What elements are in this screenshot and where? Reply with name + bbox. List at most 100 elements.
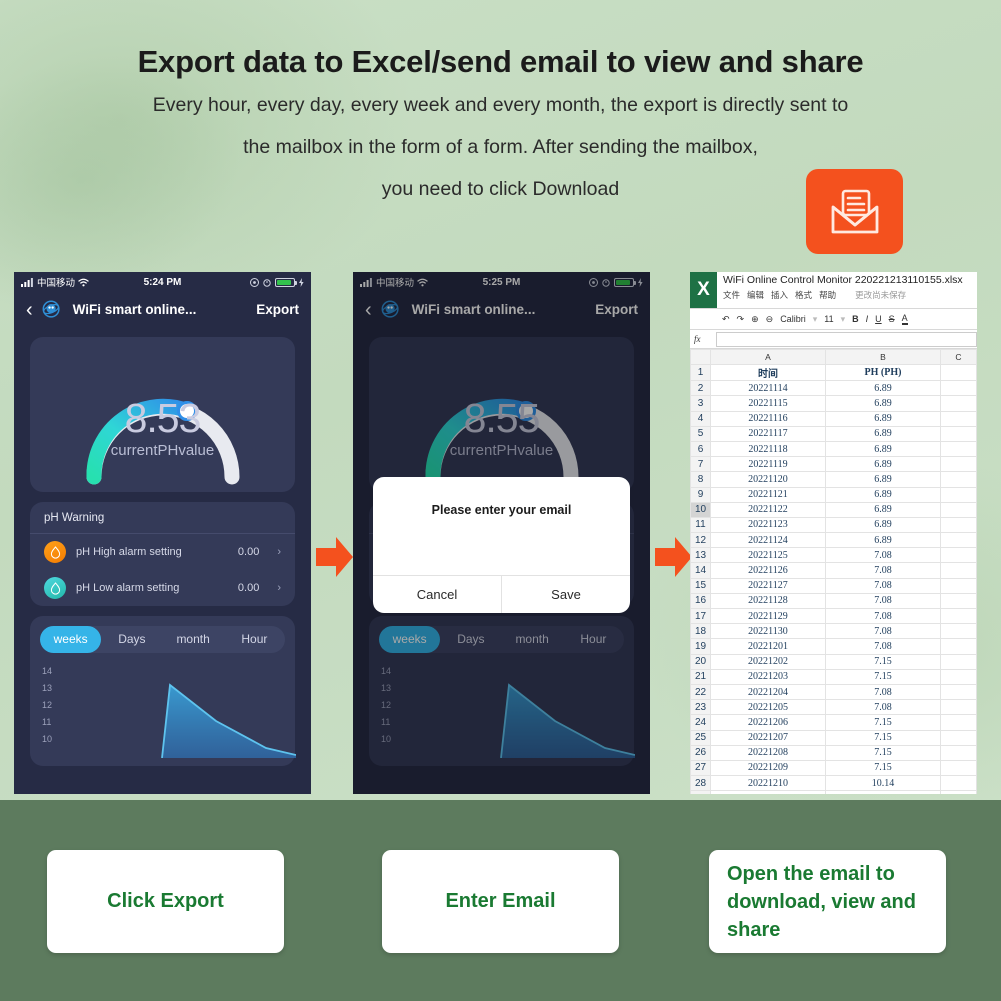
table-cell[interactable]: 7.08 <box>825 547 941 564</box>
table-cell[interactable] <box>940 456 977 473</box>
table-cell[interactable]: 20221123 <box>710 516 826 534</box>
back-button[interactable]: ‹ <box>365 300 372 320</box>
row-number[interactable]: 21 <box>690 668 711 685</box>
redo-icon[interactable]: ↷ <box>737 314 745 325</box>
row-number[interactable]: 2 <box>690 380 711 397</box>
table-cell[interactable]: 7.15 <box>825 653 941 670</box>
menu-file[interactable]: 文件 <box>723 289 740 301</box>
table-row[interactable]: 15 20221127 7.08 <box>690 577 977 594</box>
table-cell[interactable]: 6.89 <box>825 395 941 412</box>
row-number[interactable]: 9 <box>690 486 711 503</box>
table-cell[interactable] <box>940 486 977 503</box>
table-cell[interactable]: 7.08 <box>825 562 941 579</box>
table-cell[interactable]: 20221115 <box>710 395 826 412</box>
table-cell[interactable]: 20221207 <box>710 729 826 746</box>
table-row[interactable]: 12 20221124 6.89 <box>690 532 977 549</box>
row-number[interactable]: 23 <box>690 699 711 716</box>
table-row[interactable]: 14 20221126 7.08 <box>690 562 977 579</box>
table-cell[interactable] <box>940 471 977 488</box>
table-cell[interactable]: 20221208 <box>710 744 826 761</box>
table-cell[interactable]: 7.08 <box>825 623 941 640</box>
row-number[interactable]: 10 <box>690 501 711 518</box>
column-header-c[interactable]: C <box>940 348 977 366</box>
table-row[interactable]: 1 时间 PH (PH) <box>690 364 977 382</box>
table-row[interactable]: 10 20221122 6.89 <box>690 501 977 518</box>
table-row[interactable]: 3 20221115 6.89 <box>690 395 977 412</box>
table-cell[interactable]: 6.89 <box>825 410 941 427</box>
table-cell[interactable]: 6.89 <box>825 501 941 518</box>
zoom-in-icon[interactable]: ⊕ <box>751 314 759 325</box>
table-cell[interactable] <box>940 699 977 716</box>
dialog-email-input[interactable] <box>373 517 630 575</box>
row-number[interactable]: 22 <box>690 683 711 701</box>
table-cell[interactable]: 20221128 <box>710 592 826 610</box>
table-cell[interactable] <box>940 759 977 777</box>
corner-cell[interactable] <box>690 348 711 366</box>
row-number[interactable]: 25 <box>690 729 711 746</box>
row-number[interactable]: 16 <box>690 592 711 610</box>
table-row[interactable]: 6 20221118 6.89 <box>690 440 977 458</box>
export-button[interactable]: Export <box>256 302 299 317</box>
dialog-cancel-button[interactable]: Cancel <box>373 576 501 613</box>
row-number[interactable]: 13 <box>690 547 711 564</box>
strikethrough-button[interactable]: S <box>889 314 895 324</box>
table-cell[interactable]: 20221117 <box>710 425 826 442</box>
row-number[interactable]: 12 <box>690 532 711 549</box>
table-cell[interactable] <box>940 653 977 670</box>
table-cell[interactable]: 20221118 <box>710 440 826 458</box>
tab-hour[interactable]: Hour <box>563 626 624 653</box>
undo-icon[interactable]: ↶ <box>722 314 730 325</box>
table-cell[interactable] <box>940 547 977 564</box>
table-cell[interactable] <box>940 638 977 655</box>
table-row[interactable]: 7 20221119 6.89 <box>690 456 977 473</box>
table-cell[interactable] <box>940 607 977 625</box>
row-number[interactable]: 29 <box>690 790 711 794</box>
menu-format[interactable]: 格式 <box>795 289 812 301</box>
row-number[interactable]: 26 <box>690 744 711 761</box>
table-cell[interactable] <box>940 364 977 382</box>
table-cell[interactable]: 20221211 <box>710 790 826 794</box>
table-cell[interactable]: 20221204 <box>710 683 826 701</box>
font-size-select[interactable]: 11 <box>824 314 833 324</box>
table-cell[interactable]: 20221127 <box>710 577 826 594</box>
table-cell[interactable] <box>940 562 977 579</box>
tab-days[interactable]: Days <box>440 626 501 653</box>
table-cell[interactable]: 10.14 <box>825 775 941 792</box>
table-cell[interactable]: 20221203 <box>710 668 826 685</box>
table-cell[interactable] <box>940 577 977 594</box>
table-cell[interactable]: 7.15 <box>825 668 941 685</box>
table-cell[interactable]: PH (PH) <box>825 364 941 382</box>
table-cell[interactable]: 6.89 <box>825 516 941 534</box>
table-cell[interactable]: 7.08 <box>825 592 941 610</box>
table-row[interactable]: 13 20221125 7.08 <box>690 547 977 564</box>
row-number[interactable]: 15 <box>690 577 711 594</box>
row-number[interactable]: 17 <box>690 607 711 625</box>
table-cell[interactable]: 20221124 <box>710 532 826 549</box>
table-cell[interactable] <box>940 395 977 412</box>
font-dropdown-chevron-icon[interactable]: ▾ <box>813 314 818 325</box>
formula-input[interactable] <box>716 331 977 347</box>
row-number[interactable]: 7 <box>690 456 711 473</box>
size-dropdown-chevron-icon[interactable]: ▾ <box>841 314 846 325</box>
table-cell[interactable] <box>940 501 977 518</box>
table-cell[interactable] <box>940 623 977 640</box>
table-cell[interactable]: 7.15 <box>825 744 941 761</box>
table-cell[interactable]: 20221205 <box>710 699 826 716</box>
zoom-out-icon[interactable]: ⊖ <box>766 314 774 325</box>
table-row[interactable]: 9 20221121 6.89 <box>690 486 977 503</box>
table-cell[interactable] <box>940 410 977 427</box>
table-cell[interactable] <box>940 592 977 610</box>
underline-button[interactable]: U <box>875 314 882 324</box>
table-cell[interactable]: 7.08 <box>825 577 941 594</box>
table-cell[interactable]: 7.15 <box>825 729 941 746</box>
excel-grid[interactable]: A B C 1 时间 PH (PH) 2 20221114 6.89 3 20221115 6.… <box>690 348 977 794</box>
table-cell[interactable]: 20221201 <box>710 638 826 655</box>
table-cell[interactable] <box>940 425 977 442</box>
table-cell[interactable] <box>940 729 977 746</box>
table-row[interactable]: 16 20221128 7.08 <box>690 592 977 610</box>
tab-hour[interactable]: Hour <box>224 626 285 653</box>
table-cell[interactable] <box>940 668 977 685</box>
table-row[interactable]: 28 20221210 10.14 <box>690 775 977 792</box>
table-cell[interactable] <box>940 790 977 794</box>
table-cell[interactable] <box>940 714 977 731</box>
